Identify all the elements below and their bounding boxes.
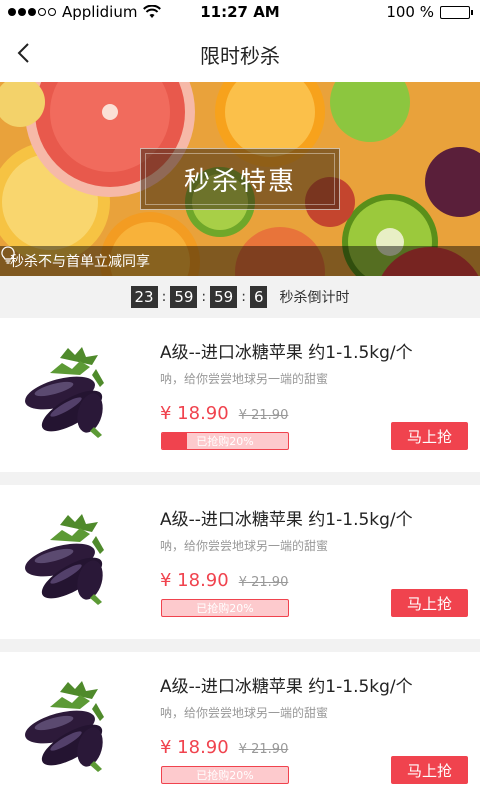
- countdown-seconds: 59: [210, 286, 238, 308]
- price-row: ¥ 18.90 ¥ 21.90: [160, 737, 288, 758]
- countdown-tenths: 6: [249, 286, 268, 308]
- countdown-separator: :: [161, 289, 167, 305]
- countdown-hours: 23: [130, 286, 158, 308]
- countdown-separator: :: [241, 289, 246, 305]
- progress-text: 已抢购20%: [196, 769, 254, 782]
- price-row: ¥ 18.90 ¥ 21.90: [160, 570, 288, 591]
- product-subtitle: 呐，给你尝尝地球另一端的甜蜜: [160, 372, 329, 386]
- promo-banner[interactable]: 秒杀特惠 秒杀不与首单立减同享: [0, 82, 480, 276]
- product-title: A级--进口冰糖苹果 约1-1.5kg/个: [160, 510, 413, 530]
- buy-now-button[interactable]: 马上抢: [391, 589, 468, 617]
- eggplant-icon: [25, 347, 104, 438]
- countdown-label: 秒杀倒计时: [279, 290, 350, 306]
- product-price: ¥ 18.90: [160, 403, 229, 424]
- countdown: 23 : 59 : 59 : 6 秒杀倒计时: [0, 276, 480, 318]
- banner-notice: 秒杀不与首单立减同享: [10, 254, 150, 270]
- countdown-separator: :: [201, 289, 207, 305]
- product-old-price: ¥ 21.90: [238, 408, 289, 423]
- eggplant-icon: [25, 681, 104, 772]
- banner-title: 秒杀特惠: [145, 153, 335, 205]
- product-subtitle: 呐，给你尝尝地球另一端的甜蜜: [160, 539, 329, 553]
- battery-icon: [440, 5, 473, 19]
- product-subtitle: 呐，给你尝尝地球另一端的甜蜜: [160, 706, 329, 720]
- product-title: A级--进口冰糖苹果 约1-1.5kg/个: [160, 343, 413, 363]
- sold-progress-bar: 已抢购20%: [161, 599, 289, 617]
- product-old-price: ¥ 21.90: [238, 575, 289, 590]
- status-bar: Applidium 11:27 AM 100 %: [0, 0, 480, 24]
- sold-progress-bar: 已抢购20%: [161, 766, 289, 784]
- progress-text: 已抢购20%: [196, 602, 254, 615]
- sold-progress-bar: 已抢购20%: [161, 432, 289, 450]
- product-card[interactable]: A级--进口冰糖苹果 约1-1.5kg/个 呐，给你尝尝地球另一端的甜蜜 ¥ 1…: [0, 318, 480, 472]
- product-card[interactable]: A级--进口冰糖苹果 约1-1.5kg/个 呐，给你尝尝地球另一端的甜蜜 ¥ 1…: [0, 485, 480, 639]
- status-right: 100 %: [386, 3, 473, 21]
- eggplant-icon: [25, 514, 104, 605]
- product-old-price: ¥ 21.90: [238, 742, 289, 757]
- page-title: 限时秒杀: [200, 44, 280, 68]
- lightbulb-icon: [1, 246, 15, 264]
- nav-bar: 限时秒杀: [0, 24, 480, 82]
- countdown-minutes: 59: [170, 286, 198, 308]
- banner-notice-bar: 秒杀不与首单立减同享: [0, 246, 480, 276]
- buy-now-button[interactable]: 马上抢: [391, 756, 468, 784]
- battery-percent: 100 %: [386, 3, 434, 21]
- product-title: A级--进口冰糖苹果 约1-1.5kg/个: [160, 677, 413, 697]
- buy-now-button[interactable]: 马上抢: [391, 422, 468, 450]
- product-card[interactable]: A级--进口冰糖苹果 约1-1.5kg/个 呐，给你尝尝地球另一端的甜蜜 ¥ 1…: [0, 652, 480, 800]
- banner-title-box: 秒杀特惠: [140, 148, 340, 210]
- product-price: ¥ 18.90: [160, 737, 229, 758]
- progress-text: 已抢购20%: [196, 435, 254, 448]
- product-price: ¥ 18.90: [160, 570, 229, 591]
- price-row: ¥ 18.90 ¥ 21.90: [160, 403, 288, 424]
